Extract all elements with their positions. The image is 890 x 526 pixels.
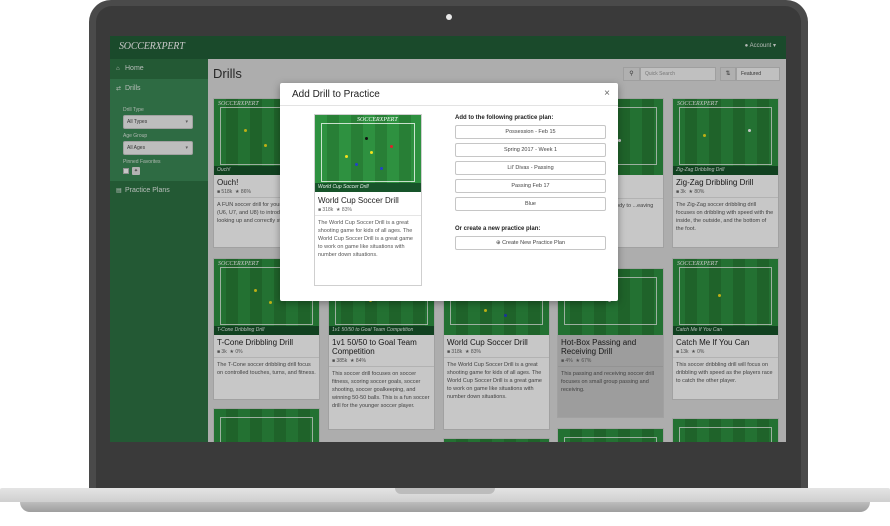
laptop-notch [395,488,495,494]
modal-divider [280,105,618,106]
add-drill-modal: Add Drill to Practice × SOCCERXPERT Worl… [280,83,618,301]
views-count: 318k [322,207,334,213]
add-plan-heading: Add to the following practice plan: [455,115,554,121]
screen: SOCCERXPERT ● Account ▾ ⌂ Home ⇄ Drills … [110,36,786,442]
plan-button-possession[interactable]: Possession - Feb 15 [455,125,606,139]
laptop-base-bottom [20,502,870,512]
selected-drill-card: SOCCERXPERT World Cup Soccer Drill World… [314,114,422,286]
rating-value: 83% [341,207,352,213]
plus-circle-icon: ⊕ [495,240,501,246]
drill-thumbnail: SOCCERXPERT World Cup Soccer Drill [315,115,421,192]
create-plan-label: Create New Practice Plan [502,240,566,246]
star-icon: ★ [336,207,341,213]
thumbnail-logo: SOCCERXPERT [357,117,398,123]
drill-meta: ■ 318k ★ 83% [315,205,421,215]
plan-button-lil-divas[interactable]: Lil' Divas - Passing [455,161,606,175]
modal-title: Add Drill to Practice [292,89,380,100]
drill-strip: World Cup Soccer Drill [315,183,421,192]
views-icon: ■ [318,207,322,213]
camera-icon [446,14,452,20]
plan-button-spring-2017[interactable]: Spring 2017 - Week 1 [455,143,606,157]
create-plan-button[interactable]: ⊕ Create New Practice Plan [455,236,606,250]
new-plan-heading: Or create a new practice plan: [455,226,541,232]
plan-button-passing-feb-17[interactable]: Passing Feb 17 [455,179,606,193]
drill-description: The World Cup Soccer Drill is a great sh… [315,215,421,263]
drill-title: World Cup Soccer Drill [318,196,399,205]
close-icon[interactable]: × [604,88,610,99]
plan-button-blue[interactable]: Blue [455,197,606,211]
